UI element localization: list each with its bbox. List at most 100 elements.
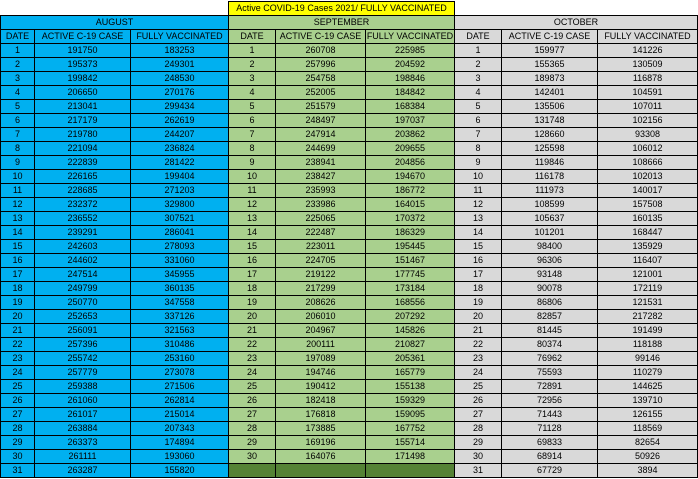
october-active-cases-cell[interactable]: 69833 xyxy=(501,435,598,450)
august-active-cases-cell[interactable]: 259388 xyxy=(34,379,131,394)
september-date-cell[interactable]: 9 xyxy=(228,155,276,170)
august-active-cases-cell[interactable]: 236552 xyxy=(34,211,131,226)
october-date-header[interactable]: DATE xyxy=(454,29,502,44)
august-active-cases-cell[interactable]: 239291 xyxy=(34,225,131,240)
september-date-cell[interactable]: 24 xyxy=(228,365,276,380)
september-fully-vaccinated-cell[interactable]: 170372 xyxy=(365,211,455,226)
september-active-cases-cell[interactable]: 164076 xyxy=(275,449,366,464)
august-active-cases-cell[interactable]: 249799 xyxy=(34,281,131,296)
august-date-cell[interactable]: 29 xyxy=(0,435,35,450)
august-fully-vaccinated-header[interactable]: FULLY VACCINATED xyxy=(130,29,229,44)
october-active-cases-cell[interactable]: 86806 xyxy=(501,295,598,310)
august-fully-vaccinated-cell[interactable]: 337126 xyxy=(130,309,229,324)
september-active-cases-cell[interactable]: 257996 xyxy=(275,57,366,72)
august-fully-vaccinated-cell[interactable]: 347558 xyxy=(130,295,229,310)
october-active-cases-cell[interactable]: 159977 xyxy=(501,43,598,58)
august-active-cases-cell[interactable]: 195373 xyxy=(34,57,131,72)
september-fully-vaccinated-cell[interactable] xyxy=(365,463,455,478)
october-active-cases-cell[interactable]: 68914 xyxy=(501,449,598,464)
september-fully-vaccinated-cell[interactable]: 145826 xyxy=(365,323,455,338)
august-fully-vaccinated-cell[interactable]: 199404 xyxy=(130,169,229,184)
august-fully-vaccinated-cell[interactable]: 215014 xyxy=(130,407,229,422)
august-fully-vaccinated-cell[interactable]: 331060 xyxy=(130,253,229,268)
august-fully-vaccinated-cell[interactable]: 174894 xyxy=(130,435,229,450)
september-fully-vaccinated-cell[interactable]: 167752 xyxy=(365,421,455,436)
october-date-cell[interactable]: 5 xyxy=(454,99,502,114)
october-date-cell[interactable]: 19 xyxy=(454,295,502,310)
september-active-cases-cell[interactable]: 182418 xyxy=(275,393,366,408)
august-active-cases-cell[interactable]: 261111 xyxy=(34,449,131,464)
september-date-cell[interactable]: 27 xyxy=(228,407,276,422)
august-fully-vaccinated-cell[interactable]: 310486 xyxy=(130,337,229,352)
september-date-cell[interactable]: 12 xyxy=(228,197,276,212)
august-fully-vaccinated-cell[interactable]: 360135 xyxy=(130,281,229,296)
october-fully-vaccinated-cell[interactable]: 168447 xyxy=(597,225,698,240)
september-fully-vaccinated-cell[interactable]: 195445 xyxy=(365,239,455,254)
october-date-cell[interactable]: 13 xyxy=(454,211,502,226)
october-fully-vaccinated-cell[interactable]: 102013 xyxy=(597,169,698,184)
august-active-cases-cell[interactable]: 213041 xyxy=(34,99,131,114)
september-active-cases-cell[interactable]: 200111 xyxy=(275,337,366,352)
october-active-cases-cell[interactable]: 76962 xyxy=(501,351,598,366)
september-date-cell[interactable]: 18 xyxy=(228,281,276,296)
august-active-cases-cell[interactable]: 247514 xyxy=(34,267,131,282)
august-active-cases-cell[interactable]: 199842 xyxy=(34,71,131,86)
sheet-title[interactable]: Active COVID-19 Cases 2021/ FULLY VACCIN… xyxy=(228,1,455,16)
august-active-cases-cell[interactable]: 250770 xyxy=(34,295,131,310)
september-active-cases-cell[interactable]: 247914 xyxy=(275,127,366,142)
october-active-cases-cell[interactable]: 90078 xyxy=(501,281,598,296)
september-fully-vaccinated-cell[interactable]: 204592 xyxy=(365,57,455,72)
september-date-cell[interactable]: 20 xyxy=(228,309,276,324)
month-header-october[interactable]: OCTOBER xyxy=(454,15,698,30)
october-active-cases-cell[interactable]: 96306 xyxy=(501,253,598,268)
august-date-cell[interactable]: 25 xyxy=(0,379,35,394)
september-date-cell[interactable]: 11 xyxy=(228,183,276,198)
august-date-cell[interactable]: 14 xyxy=(0,225,35,240)
september-fully-vaccinated-cell[interactable]: 207292 xyxy=(365,309,455,324)
october-active-cases-cell[interactable]: 71128 xyxy=(501,421,598,436)
october-active-cases-cell[interactable]: 80374 xyxy=(501,337,598,352)
september-fully-vaccinated-cell[interactable]: 186772 xyxy=(365,183,455,198)
september-fully-vaccinated-cell[interactable]: 159095 xyxy=(365,407,455,422)
september-date-cell[interactable]: 7 xyxy=(228,127,276,142)
september-fully-vaccinated-cell[interactable]: 155714 xyxy=(365,435,455,450)
august-fully-vaccinated-cell[interactable]: 286041 xyxy=(130,225,229,240)
september-active-cases-cell[interactable]: 190412 xyxy=(275,379,366,394)
october-fully-vaccinated-cell[interactable]: 116407 xyxy=(597,253,698,268)
october-active-cases-cell[interactable]: 71443 xyxy=(501,407,598,422)
october-active-cases-header[interactable]: ACTIVE C-19 CASE xyxy=(501,29,598,44)
october-active-cases-cell[interactable]: 72891 xyxy=(501,379,598,394)
august-active-cases-cell[interactable]: 263373 xyxy=(34,435,131,450)
october-date-cell[interactable]: 6 xyxy=(454,113,502,128)
august-fully-vaccinated-cell[interactable]: 299434 xyxy=(130,99,229,114)
september-fully-vaccinated-cell[interactable]: 198846 xyxy=(365,71,455,86)
august-date-cell[interactable]: 23 xyxy=(0,351,35,366)
october-date-cell[interactable]: 14 xyxy=(454,225,502,240)
october-date-cell[interactable]: 26 xyxy=(454,393,502,408)
september-active-cases-cell[interactable]: 225065 xyxy=(275,211,366,226)
month-header-september[interactable]: SEPTEMBER xyxy=(228,15,455,30)
august-fully-vaccinated-cell[interactable]: 183253 xyxy=(130,43,229,58)
october-active-cases-cell[interactable]: 135506 xyxy=(501,99,598,114)
august-active-cases-cell[interactable]: 244602 xyxy=(34,253,131,268)
october-fully-vaccinated-cell[interactable]: 121001 xyxy=(597,267,698,282)
august-date-cell[interactable]: 30 xyxy=(0,449,35,464)
september-date-cell[interactable]: 6 xyxy=(228,113,276,128)
september-fully-vaccinated-cell[interactable]: 151467 xyxy=(365,253,455,268)
september-active-cases-cell[interactable]: 238427 xyxy=(275,169,366,184)
september-active-cases-cell[interactable]: 254758 xyxy=(275,71,366,86)
october-fully-vaccinated-cell[interactable]: 108666 xyxy=(597,155,698,170)
september-active-cases-cell[interactable] xyxy=(275,463,366,478)
october-fully-vaccinated-cell[interactable]: 93308 xyxy=(597,127,698,142)
august-date-cell[interactable]: 7 xyxy=(0,127,35,142)
august-date-cell[interactable]: 6 xyxy=(0,113,35,128)
october-date-cell[interactable]: 11 xyxy=(454,183,502,198)
october-date-cell[interactable]: 1 xyxy=(454,43,502,58)
september-date-cell[interactable]: 14 xyxy=(228,225,276,240)
september-date-cell[interactable]: 19 xyxy=(228,295,276,310)
august-fully-vaccinated-cell[interactable]: 307521 xyxy=(130,211,229,226)
september-date-cell[interactable]: 21 xyxy=(228,323,276,338)
august-date-cell[interactable]: 27 xyxy=(0,407,35,422)
september-active-cases-cell[interactable]: 260708 xyxy=(275,43,366,58)
august-active-cases-cell[interactable]: 226165 xyxy=(34,169,131,184)
